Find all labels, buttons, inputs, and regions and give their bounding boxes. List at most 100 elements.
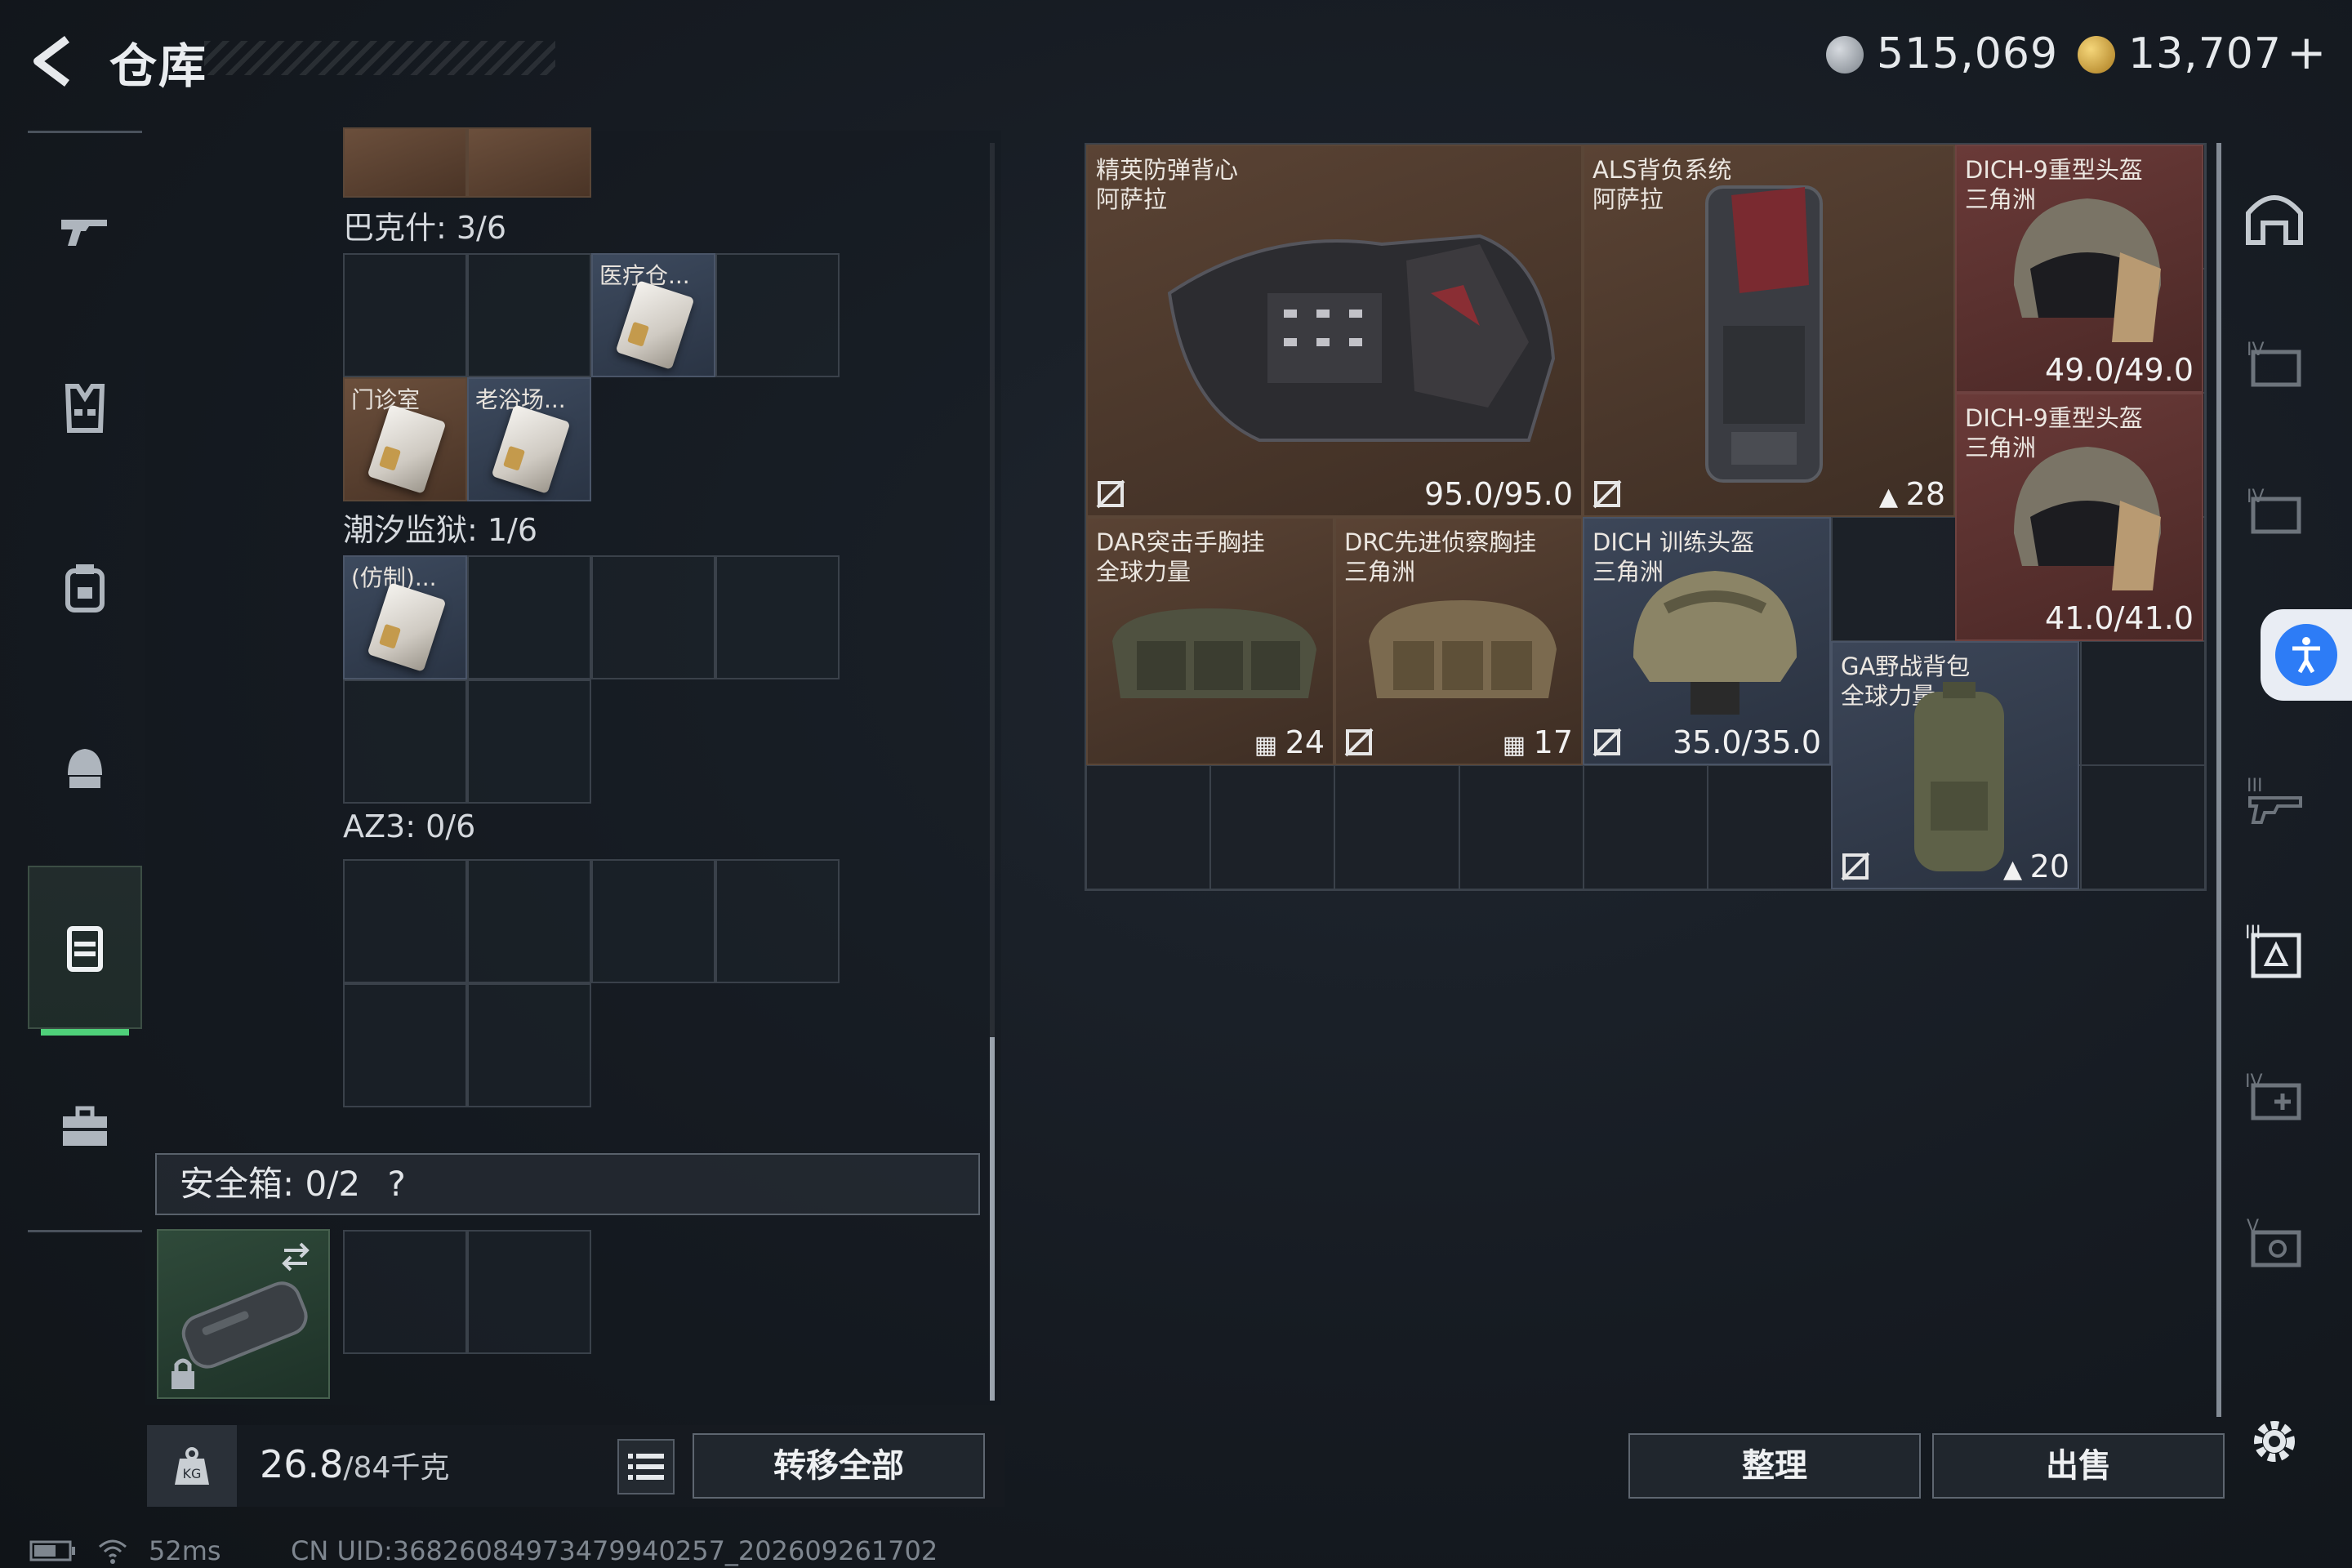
helmet-icon (68, 749, 102, 788)
gold-currency-amount: 13,707 (2128, 29, 2282, 78)
lock-icon (172, 1358, 194, 1389)
tier-box-icon: V (2247, 1217, 2301, 1267)
filter-tier4-icon-1[interactable]: IV (2238, 327, 2311, 400)
grid-slot[interactable] (591, 859, 715, 983)
item-clinic-key[interactable]: 门诊室 (343, 377, 467, 501)
page-title: 仓库 (109, 38, 208, 94)
transfer-all-button[interactable]: 转移全部 (693, 1433, 985, 1499)
uid-text: CN UID:3682608497347994025​7_20260926170… (291, 1535, 938, 1566)
grid-slot[interactable] (343, 253, 467, 377)
item-dar-chest-rig[interactable]: DAR突击手胸挂 全球力量 ▦ 24 (1086, 517, 1334, 765)
safe-box-item[interactable] (157, 1229, 330, 1399)
nav-item-helmet[interactable] (28, 686, 142, 849)
weight-icon: KG (175, 1447, 209, 1485)
key-card-icon (367, 404, 447, 494)
safe-help-button[interactable]: ? (387, 1164, 405, 1204)
arch-icon (2246, 195, 2303, 245)
filter-tier4-icon-2[interactable]: IV (2238, 474, 2311, 547)
sort-button[interactable]: 整理 (1628, 1433, 1921, 1499)
item-origin: 阿萨拉 (1592, 185, 1664, 213)
back-button[interactable] (24, 33, 82, 90)
nav-item-backpack[interactable] (28, 506, 142, 670)
filter-tier3-active-icon[interactable]: III (2238, 913, 2311, 987)
item-origin: 全球力量 (1096, 558, 1192, 586)
stash-grid-slot[interactable] (2080, 765, 2205, 889)
weight-box: KG (147, 1425, 237, 1507)
grid-slot[interactable] (467, 983, 591, 1107)
settings-button[interactable] (2238, 1405, 2311, 1478)
status-bar: 52ms CN UID:3682608497347994025​7_202609… (0, 1535, 2352, 1568)
item-dich9-helmet-1[interactable]: DICH-9重型头盔 三角洲 49.0/49.0 (1955, 145, 2203, 393)
sell-button[interactable]: 出售 (1932, 1433, 2225, 1499)
stash-home-icon[interactable] (2238, 181, 2311, 255)
svg-text:IV: IV (2247, 340, 2265, 360)
filter-tier4-medic-icon[interactable]: IV (2238, 1060, 2311, 1134)
tier-medic-icon: IV (2245, 1071, 2301, 1120)
stash-grid-slot[interactable] (2080, 641, 2205, 765)
stash-grid-slot[interactable] (1210, 765, 1335, 889)
no-insure-icon (1592, 728, 1622, 757)
grid-slot[interactable] (467, 253, 591, 377)
item-drc-chest-rig[interactable]: DRC先进侦察胸挂 三角洲 ▦ 17 (1334, 517, 1583, 765)
item-medical-key[interactable]: 医疗仓... (591, 253, 715, 377)
durability-value: 41.0/41.0 (2044, 600, 2194, 636)
right-scrollbar[interactable] (2216, 143, 2221, 1417)
filter-tier3-icon[interactable]: III (2238, 764, 2311, 838)
safe-slot[interactable] (467, 1230, 591, 1354)
vest-art (1167, 234, 1556, 442)
grid-slot[interactable] (715, 555, 840, 679)
nav-item-safe-box[interactable] (28, 866, 142, 1029)
durability-value: 49.0/49.0 (2044, 352, 2194, 388)
nav-active-indicator (41, 1029, 129, 1036)
grid-slot[interactable] (591, 555, 715, 679)
capacity-value: ▦ 24 (1254, 724, 1325, 760)
stash-grid-slot[interactable] (1708, 765, 1833, 889)
item-als-backpack[interactable]: ALS背负系统 阿萨拉 ▲ 28 (1583, 145, 1955, 517)
gear-icon (2254, 1421, 2295, 1462)
item-fake-key[interactable]: (仿制)... (343, 555, 467, 679)
accessibility-button[interactable] (2261, 609, 2352, 701)
helmet-art (2014, 198, 2161, 342)
grid-slot[interactable] (467, 859, 591, 983)
item-ga-field-backpack[interactable]: GA野战背包 全球力量 ▲ 20 (1831, 641, 2079, 889)
item-partial[interactable] (343, 127, 467, 198)
stash-grid-slot[interactable] (1583, 765, 1708, 889)
nav-divider-bottom (28, 1230, 142, 1232)
grid-slot[interactable] (343, 983, 467, 1107)
stash-grid-slot[interactable] (1334, 765, 1459, 889)
tier-armor-icon: III (2245, 923, 2301, 978)
helmet-art (2014, 447, 2161, 590)
gold-coin-icon (2078, 36, 2115, 74)
filter-tier5-icon[interactable]: V (2238, 1205, 2311, 1279)
nav-item-vest[interactable] (28, 327, 142, 490)
silver-coin-icon (1826, 36, 1864, 74)
weight-unit: /84千克 (343, 1451, 450, 1485)
stash-grid-slot[interactable] (1459, 765, 1584, 889)
backpack-icon (65, 564, 105, 612)
left-scrollbar[interactable] (990, 1037, 995, 1401)
safe-box-label: 安全箱: 0/2 (180, 1164, 361, 1204)
add-currency-button[interactable]: + (2287, 24, 2328, 80)
no-insure-icon (1096, 479, 1125, 509)
grid-slot[interactable] (343, 679, 467, 804)
item-partial[interactable] (467, 127, 591, 198)
item-bath-key[interactable]: 老浴场... (467, 377, 591, 501)
grid-slot[interactable] (715, 859, 840, 983)
nav-item-weapons[interactable] (28, 147, 142, 310)
grid-slot[interactable] (467, 679, 591, 804)
no-insure-icon (1344, 728, 1374, 757)
chest-rig-art (1112, 608, 1316, 698)
tier-folder-icon: IV (2247, 340, 2301, 387)
list-view-button[interactable] (617, 1439, 675, 1494)
tier-folder-icon: IV (2247, 487, 2301, 534)
grid-slot[interactable] (343, 859, 467, 983)
safe-slot[interactable] (343, 1230, 467, 1354)
item-elite-vest[interactable]: 精英防弹背心 阿萨拉 95.0/95.0 (1086, 145, 1583, 517)
stash-grid-slot[interactable] (1832, 517, 1957, 641)
item-dich-training-helmet[interactable]: DICH 训练头盔 三角洲 35.0/35.0 (1583, 517, 1831, 765)
item-dich9-helmet-2[interactable]: DICH-9重型头盔 三角洲 41.0/41.0 (1955, 393, 2203, 641)
nav-item-toolbox[interactable] (28, 1045, 142, 1209)
grid-slot[interactable] (715, 253, 840, 377)
stash-grid-slot[interactable] (1086, 765, 1211, 889)
grid-slot[interactable] (467, 555, 591, 679)
